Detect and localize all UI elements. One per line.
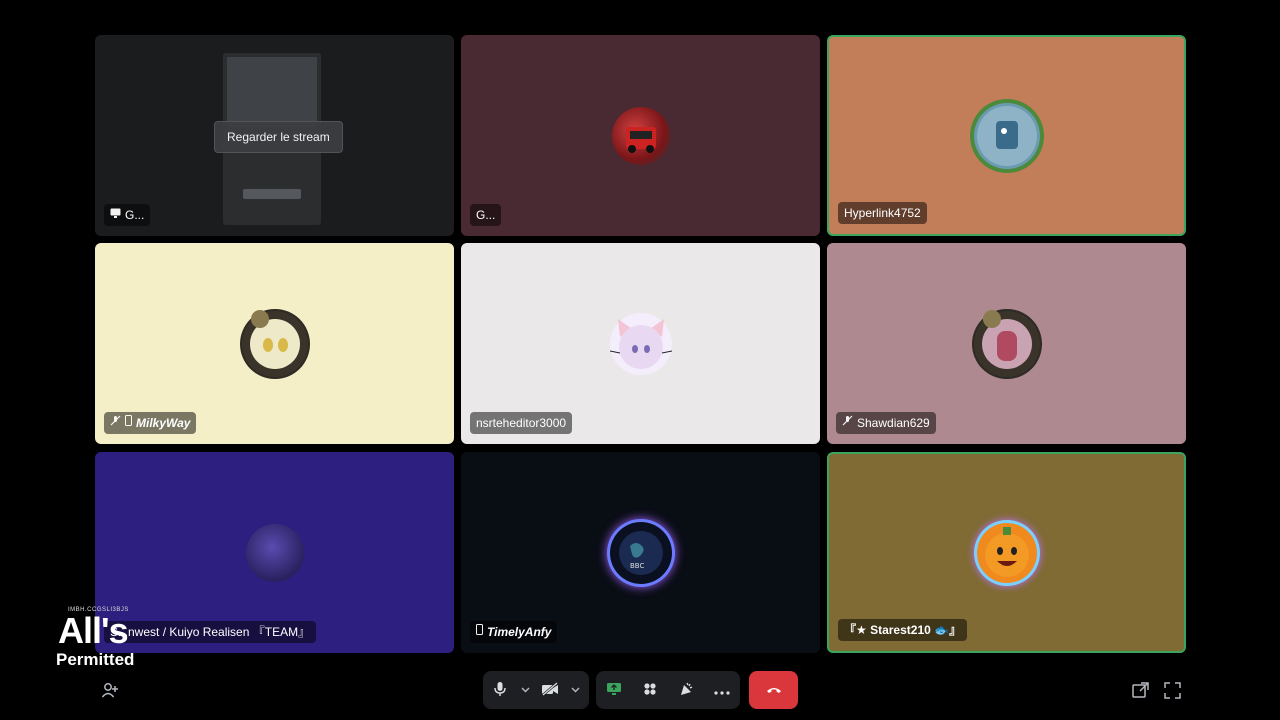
soundboard-icon — [678, 681, 694, 700]
mobile-icon — [476, 621, 483, 643]
tile-nameplate: G... — [470, 204, 502, 226]
hang-up-icon — [766, 681, 782, 699]
tile-username: Hyperlink4752 — [844, 206, 921, 220]
tile-timelyanfy[interactable]: BBC TimelyAnfy — [461, 452, 820, 653]
voice-controls — [483, 671, 589, 709]
avatar — [971, 308, 1042, 379]
microphone-button[interactable] — [483, 671, 517, 709]
tile-username: TimelyAnfy — [487, 625, 552, 639]
screen-share-icon — [110, 204, 121, 226]
screen-share-icon — [606, 682, 622, 699]
tile-nameplate: Hyperlink4752 — [838, 202, 927, 224]
activities-button[interactable] — [633, 671, 667, 709]
camera-off-icon — [541, 681, 559, 699]
soundboard-button[interactable] — [669, 671, 703, 709]
avatar — [609, 312, 672, 375]
video-grid: Regarder le stream G... G... Hyperlink47… — [95, 35, 1187, 653]
tile-nameplate: Shawdian629 — [836, 412, 936, 434]
chevron-down-icon[interactable] — [567, 671, 583, 709]
watermark-main: All's — [58, 610, 129, 651]
tile-username: Shawdian629 — [857, 416, 930, 430]
tile-username: nsrteheditor3000 — [476, 416, 567, 430]
avatar — [611, 106, 670, 165]
avatar — [245, 523, 304, 582]
tile-hyperlink[interactable]: Hyperlink4752 — [827, 35, 1186, 236]
activities-icon — [643, 682, 657, 699]
svg-text:BBC: BBC — [630, 562, 644, 570]
camera-button[interactable] — [533, 671, 567, 709]
tile-nameplate: 『★ Starest210 🐟』 — [838, 619, 968, 641]
tile-nameplate: nsrteheditor3000 — [470, 412, 573, 434]
more-button[interactable] — [705, 671, 739, 709]
mobile-icon — [125, 412, 132, 434]
add-user-icon[interactable] — [100, 680, 120, 700]
avatar — [976, 522, 1037, 583]
tile-username: G... — [125, 208, 145, 222]
tile-screen-share[interactable]: Regarder le stream G... — [95, 35, 454, 236]
watermark-logo: IMBH.CCGSLI3BJS All's Permitted — [56, 607, 166, 671]
tile-nameplate: MilkyWay — [104, 412, 197, 434]
tile-nsrteheditor[interactable]: nsrteheditor3000 — [461, 243, 820, 444]
avatar: BBC — [609, 521, 672, 584]
tile-milkyway[interactable]: MilkyWay — [95, 243, 454, 444]
activity-controls — [596, 671, 740, 709]
tile-nameplate: G... — [104, 204, 151, 226]
tile-nameplate: TimelyAnfy — [470, 621, 558, 643]
hang-up-button[interactable] — [749, 671, 798, 709]
avatar — [973, 102, 1040, 169]
tile-username: 『★ Starest210 🐟』 — [844, 623, 962, 637]
tile-username: MilkyWay — [136, 416, 191, 430]
tile-g-user[interactable]: G... — [461, 35, 820, 236]
tile-username: G... — [476, 208, 496, 222]
chevron-down-icon[interactable] — [517, 671, 533, 709]
tile-shawdian[interactable]: Shawdian629 — [827, 243, 1186, 444]
screen-share-button[interactable] — [597, 671, 631, 709]
popout-icon[interactable] — [1130, 680, 1150, 700]
avatar — [239, 308, 310, 379]
more-icon — [714, 682, 730, 698]
watermark-sub: Permitted — [56, 650, 135, 669]
microphone-icon — [493, 681, 507, 700]
fullscreen-icon[interactable] — [1162, 680, 1182, 700]
tile-starest[interactable]: 『★ Starest210 🐟』 — [827, 452, 1186, 653]
muted-mic-icon — [110, 412, 121, 434]
muted-mic-icon — [842, 412, 853, 434]
watch-stream-button[interactable]: Regarder le stream — [214, 121, 343, 153]
